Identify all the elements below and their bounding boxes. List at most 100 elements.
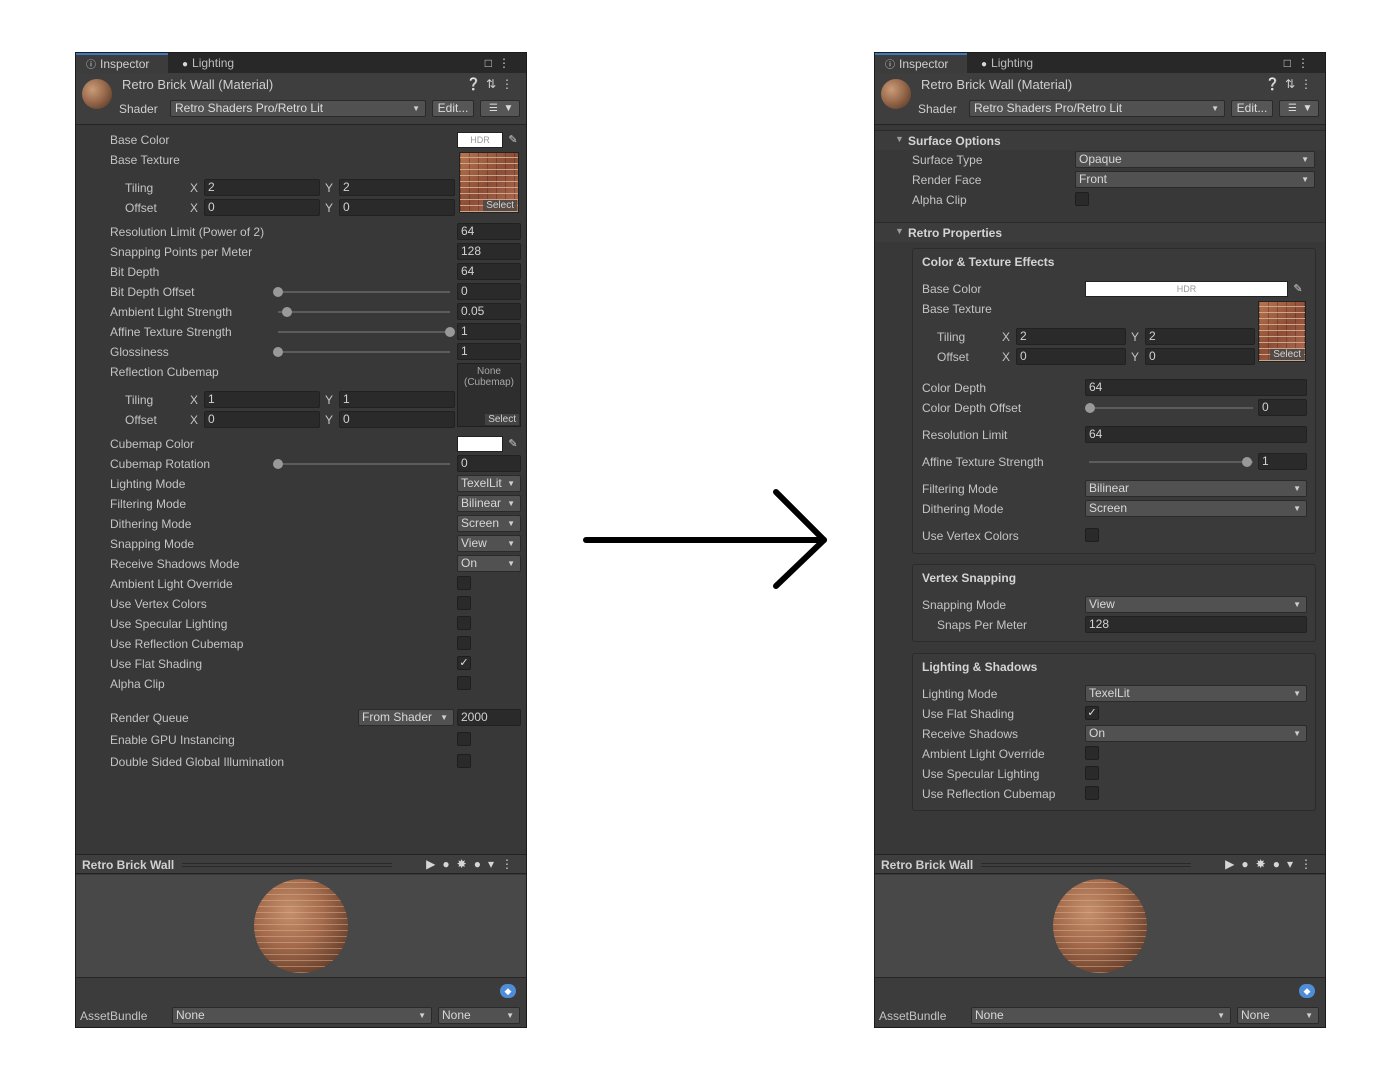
texture-select-button[interactable]: Select [1270, 349, 1304, 360]
edit-shader-button[interactable]: Edit... [1231, 100, 1273, 117]
base-color-swatch[interactable]: HDR [1085, 281, 1288, 297]
ambient-light-override-checkbox[interactable] [1085, 746, 1099, 760]
shader-dropdown[interactable]: Retro Shaders Pro/Retro Lit ▼ [969, 100, 1225, 117]
preset-icon[interactable]: ⇅ [486, 77, 501, 91]
offset-y-field[interactable]: 0 [1145, 348, 1255, 365]
cube-tiling-x-field[interactable]: 1 [204, 391, 320, 408]
cubemap-select-button[interactable]: Select [485, 414, 519, 425]
color-depth-offset-slider-knob[interactable] [1085, 403, 1095, 413]
cube-offset-y-field[interactable]: 0 [339, 411, 455, 428]
kebab-menu-icon[interactable]: ⋮ [1300, 77, 1317, 91]
asset-bundle-dropdown[interactable]: None ▼ [172, 1007, 432, 1024]
affine-texture-strength-slider[interactable] [1089, 461, 1253, 463]
bit-depth-offset-field[interactable]: 0 [457, 283, 521, 300]
tab-lighting[interactable]: ● Lighting [172, 53, 262, 73]
enable-gpu-instancing-checkbox[interactable] [457, 732, 471, 746]
use-flat-shading-checkbox[interactable]: ✓ [457, 656, 471, 670]
use-specular-lighting-checkbox[interactable] [1085, 766, 1099, 780]
kebab-menu-icon[interactable]: ⋮ [498, 56, 516, 70]
asset-variant-dropdown[interactable]: None ▼ [438, 1007, 520, 1024]
filtering-mode-dropdown[interactable]: Bilinear ▼ [1085, 480, 1307, 497]
affine-texture-strength-slider-knob[interactable] [445, 327, 455, 337]
cube-tiling-y-field[interactable]: 1 [339, 391, 455, 408]
glossiness-slider-knob[interactable] [273, 347, 283, 357]
use-flat-shading-checkbox[interactable]: ✓ [1085, 706, 1099, 720]
bit-depth-field[interactable]: 64 [457, 263, 521, 280]
receive-shadows-dropdown[interactable]: On ▼ [1085, 725, 1307, 742]
snapping-points-field[interactable]: 128 [457, 243, 521, 260]
color-depth-offset-slider[interactable] [1089, 407, 1253, 409]
ambient-light-strength-slider-knob[interactable] [281, 307, 292, 317]
use-specular-lighting-checkbox[interactable] [457, 616, 471, 630]
tag-icon[interactable]: ◆ [500, 984, 516, 998]
render-face-dropdown[interactable]: Front ▼ [1075, 171, 1315, 188]
affine-texture-strength-slider-knob[interactable] [1242, 457, 1252, 467]
play-icon[interactable]: ▶ [1225, 857, 1241, 871]
light-icon[interactable]: ✸ [457, 857, 474, 871]
ambient-light-strength-field[interactable]: 0.05 [457, 303, 521, 320]
glossiness-field[interactable]: 1 [457, 343, 521, 360]
tiling-y-field[interactable]: 2 [339, 179, 455, 196]
filtering-mode-dropdown[interactable]: Bilinear ▼ [457, 495, 521, 512]
lock-icon[interactable]: □ [1284, 56, 1297, 70]
tab-inspector[interactable]: ⓘ Inspector [875, 53, 967, 73]
cubemap-rotation-slider[interactable] [278, 463, 450, 465]
tab-inspector[interactable]: ⓘ Inspector [76, 53, 168, 73]
eyedropper-icon[interactable]: ✎ [506, 132, 520, 148]
lock-icon[interactable]: □ [485, 56, 498, 70]
offset-y-field[interactable]: 0 [339, 199, 455, 216]
shape-select-icon[interactable]: ●▾ [474, 857, 501, 871]
offset-x-field[interactable]: 0 [204, 199, 320, 216]
tab-lighting[interactable]: ● Lighting [971, 53, 1061, 73]
receive-shadows-mode-dropdown[interactable]: On ▼ [457, 555, 521, 572]
light-icon[interactable]: ✸ [1256, 857, 1273, 871]
preview-drag-handle[interactable] [182, 863, 392, 867]
cubemap-rotation-field[interactable]: 0 [457, 455, 521, 472]
ambient-light-override-checkbox[interactable] [457, 576, 471, 590]
double-sided-gi-checkbox[interactable] [457, 754, 471, 768]
retro-properties-foldout[interactable]: ▼ Retro Properties [875, 222, 1325, 242]
use-vertex-colors-checkbox[interactable] [1085, 528, 1099, 542]
affine-texture-strength-slider[interactable] [278, 331, 450, 333]
color-depth-field[interactable]: 64 [1085, 379, 1307, 396]
kebab-menu-icon[interactable]: ⋮ [1297, 56, 1315, 70]
asset-variant-dropdown[interactable]: None ▼ [1237, 1007, 1319, 1024]
texture-select-button[interactable]: Select [483, 200, 517, 211]
kebab-menu-icon[interactable]: ⋮ [501, 77, 518, 91]
tiling-x-field[interactable]: 2 [1016, 328, 1126, 345]
shader-menu-button[interactable]: ☰ ▼ [1279, 100, 1319, 117]
cubemap-color-swatch[interactable] [457, 436, 503, 452]
render-queue-field[interactable]: 2000 [457, 709, 521, 726]
alpha-clip-checkbox[interactable] [1075, 192, 1089, 206]
shader-dropdown[interactable]: Retro Shaders Pro/Retro Lit ▼ [170, 100, 426, 117]
edit-shader-button[interactable]: Edit... [432, 100, 474, 117]
use-reflection-cubemap-checkbox[interactable] [457, 636, 471, 650]
color-depth-offset-field[interactable]: 0 [1258, 399, 1307, 416]
use-reflection-cubemap-checkbox[interactable] [1085, 786, 1099, 800]
snapping-mode-dropdown[interactable]: View ▼ [1085, 596, 1307, 613]
resolution-limit-field[interactable]: 64 [1085, 426, 1307, 443]
tiling-x-field[interactable]: 2 [204, 179, 320, 196]
snaps-per-meter-field[interactable]: 128 [1085, 616, 1307, 633]
bit-depth-offset-slider[interactable] [278, 291, 450, 293]
base-texture-slot[interactable]: Select [459, 152, 519, 213]
eyedropper-icon[interactable]: ✎ [506, 436, 520, 452]
ambient-light-strength-slider[interactable] [278, 311, 450, 313]
glossiness-slider[interactable] [278, 351, 450, 353]
tag-icon[interactable]: ◆ [1299, 984, 1315, 998]
preview-drag-handle[interactable] [981, 863, 1191, 867]
lighting-mode-dropdown[interactable]: TexelLit ▼ [1085, 685, 1307, 702]
base-texture-slot[interactable]: Select [1258, 301, 1306, 362]
eyedropper-icon[interactable]: ✎ [1291, 281, 1305, 297]
dithering-mode-dropdown[interactable]: Screen ▼ [1085, 500, 1307, 517]
affine-texture-strength-field[interactable]: 1 [457, 323, 521, 340]
offset-x-field[interactable]: 0 [1016, 348, 1126, 365]
kebab-menu-icon[interactable]: ⋮ [1300, 857, 1319, 871]
shape-select-icon[interactable]: ●▾ [1273, 857, 1300, 871]
cubemap-rotation-slider-knob[interactable] [273, 459, 283, 469]
render-queue-dropdown[interactable]: From Shader ▼ [358, 709, 454, 726]
kebab-menu-icon[interactable]: ⋮ [501, 857, 520, 871]
sphere-icon[interactable]: ● [442, 857, 456, 871]
asset-bundle-dropdown[interactable]: None ▼ [971, 1007, 1231, 1024]
sphere-icon[interactable]: ● [1241, 857, 1255, 871]
